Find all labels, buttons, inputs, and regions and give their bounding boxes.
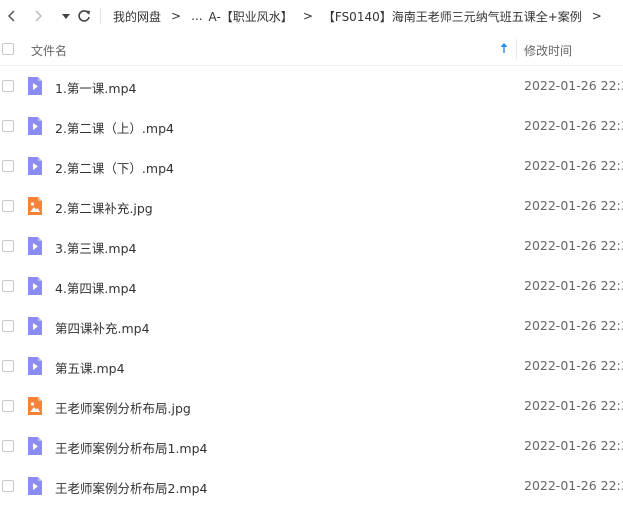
video-file-icon bbox=[27, 476, 43, 496]
video-file-icon bbox=[27, 76, 43, 96]
file-row-checkbox[interactable] bbox=[2, 160, 14, 172]
file-row[interactable]: 1.第一课.mp4 2022-01-26 22:36 bbox=[0, 66, 623, 106]
file-row[interactable]: 2.第二课（下）.mp4 2022-01-26 22:36 bbox=[0, 146, 623, 186]
sort-up-arrow-icon[interactable] bbox=[499, 42, 509, 57]
file-row[interactable]: 王老师案例分析布局1.mp4 2022-01-26 22:36 bbox=[0, 426, 623, 466]
refresh-button[interactable] bbox=[72, 4, 96, 28]
file-row-checkbox[interactable] bbox=[2, 440, 14, 452]
file-modified-time: 2022-01-26 22:36 bbox=[524, 478, 623, 493]
file-row-checkbox[interactable] bbox=[2, 80, 14, 92]
file-row[interactable]: 王老师案例分析布局.jpg 2022-01-26 22:36 bbox=[0, 386, 623, 426]
breadcrumb: 我的网盘 > ... A-【职业风水】 > 【FS0140】海南王老师三元纳气班… bbox=[113, 0, 612, 32]
select-all-checkbox[interactable] bbox=[2, 43, 14, 55]
image-file-icon bbox=[27, 196, 43, 216]
column-header-modified-time[interactable]: 修改时间 bbox=[524, 42, 572, 59]
file-name[interactable]: 王老师案例分析布局.jpg bbox=[55, 398, 191, 417]
file-name[interactable]: 第四课补充.mp4 bbox=[55, 318, 150, 337]
chevron-left-icon bbox=[7, 10, 15, 22]
image-file-icon bbox=[27, 396, 43, 416]
video-file-icon bbox=[27, 436, 43, 456]
file-row[interactable]: 第五课.mp4 2022-01-26 22:36 bbox=[0, 346, 623, 386]
file-name[interactable]: 2.第二课补充.jpg bbox=[55, 198, 153, 217]
file-row[interactable]: 2.第二课补充.jpg 2022-01-26 22:36 bbox=[0, 186, 623, 226]
file-row-checkbox[interactable] bbox=[2, 480, 14, 492]
breadcrumb-item-current[interactable]: 【FS0140】海南王老师三元纳气班五课全+案例 bbox=[323, 8, 582, 25]
file-row[interactable]: 2.第二课（上）.mp4 2022-01-26 22:36 bbox=[0, 106, 623, 146]
video-file-icon bbox=[27, 276, 43, 296]
video-file-icon bbox=[27, 156, 43, 176]
file-modified-time: 2022-01-26 22:36 bbox=[524, 158, 623, 173]
breadcrumb-separator: > bbox=[591, 9, 602, 23]
breadcrumb-separator: > bbox=[302, 9, 313, 23]
file-row[interactable]: 4.第四课.mp4 2022-01-26 22:36 bbox=[0, 266, 623, 306]
file-list-header: 文件名 修改时间 bbox=[0, 33, 623, 66]
file-name[interactable]: 1.第一课.mp4 bbox=[55, 78, 136, 97]
column-divider[interactable] bbox=[516, 39, 517, 59]
chevron-right-icon bbox=[35, 10, 43, 22]
file-name[interactable]: 王老师案例分析布局2.mp4 bbox=[55, 478, 208, 497]
back-button[interactable] bbox=[0, 4, 24, 28]
file-row-checkbox[interactable] bbox=[2, 280, 14, 292]
file-row-checkbox[interactable] bbox=[2, 200, 14, 212]
breadcrumb-item-parent[interactable]: A-【职业风水】 bbox=[209, 8, 293, 25]
file-row-checkbox[interactable] bbox=[2, 320, 14, 332]
file-row-checkbox[interactable] bbox=[2, 360, 14, 372]
column-header-name[interactable]: 文件名 bbox=[31, 42, 67, 59]
file-row-checkbox[interactable] bbox=[2, 120, 14, 132]
file-row[interactable]: 第四课补充.mp4 2022-01-26 22:36 bbox=[0, 306, 623, 346]
file-row[interactable]: 3.第三课.mp4 2022-01-26 22:36 bbox=[0, 226, 623, 266]
file-modified-time: 2022-01-26 22:36 bbox=[524, 118, 623, 133]
caret-down-icon bbox=[62, 14, 70, 19]
video-file-icon bbox=[27, 356, 43, 376]
file-name[interactable]: 王老师案例分析布局1.mp4 bbox=[55, 438, 208, 457]
file-name[interactable]: 3.第三课.mp4 bbox=[55, 238, 136, 257]
file-name[interactable]: 2.第二课（上）.mp4 bbox=[55, 118, 174, 137]
file-modified-time: 2022-01-26 22:36 bbox=[524, 398, 623, 413]
breadcrumb-item-root[interactable]: 我的网盘 bbox=[113, 8, 161, 25]
file-modified-time: 2022-01-26 22:36 bbox=[524, 318, 623, 333]
file-modified-time: 2022-01-26 22:36 bbox=[524, 438, 623, 453]
video-file-icon bbox=[27, 236, 43, 256]
file-modified-time: 2022-01-26 22:36 bbox=[524, 358, 623, 373]
file-modified-time: 2022-01-26 22:36 bbox=[524, 78, 623, 93]
video-file-icon bbox=[27, 316, 43, 336]
file-name[interactable]: 4.第四课.mp4 bbox=[55, 278, 136, 297]
file-modified-time: 2022-01-26 22:36 bbox=[524, 278, 623, 293]
forward-button[interactable] bbox=[26, 4, 50, 28]
file-row[interactable]: 王老师案例分析布局2.mp4 2022-01-26 22:36 bbox=[0, 466, 623, 506]
file-row-checkbox[interactable] bbox=[2, 400, 14, 412]
breadcrumb-item-ellipsis[interactable]: ... bbox=[191, 9, 202, 23]
file-name[interactable]: 2.第二课（下）.mp4 bbox=[55, 158, 174, 177]
video-file-icon bbox=[27, 116, 43, 136]
refresh-icon bbox=[78, 10, 90, 22]
file-name[interactable]: 第五课.mp4 bbox=[55, 358, 125, 377]
navigation-bar: 我的网盘 > ... A-【职业风水】 > 【FS0140】海南王老师三元纳气班… bbox=[0, 0, 623, 32]
file-modified-time: 2022-01-26 22:36 bbox=[524, 238, 623, 253]
nav-divider bbox=[100, 8, 101, 24]
breadcrumb-separator: > bbox=[171, 9, 182, 23]
file-row-checkbox[interactable] bbox=[2, 240, 14, 252]
file-modified-time: 2022-01-26 22:36 bbox=[524, 198, 623, 213]
